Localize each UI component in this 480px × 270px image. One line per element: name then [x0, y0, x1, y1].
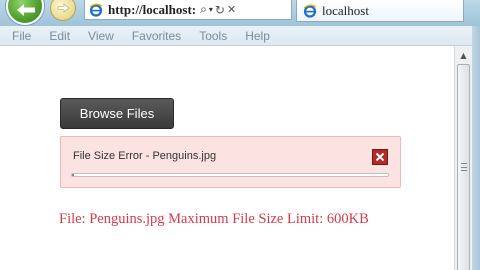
refresh-icon[interactable]: ↻ — [215, 3, 225, 17]
menu-help[interactable]: Help — [245, 29, 270, 43]
menu-edit[interactable]: Edit — [49, 29, 70, 43]
address-bar[interactable]: http://localhost: ⌕ ▾ ↻ ✕ — [84, 0, 292, 20]
menu-file[interactable]: File — [12, 29, 31, 43]
tab-ie-logo-icon — [303, 4, 317, 18]
chevron-down-icon[interactable]: ▾ — [209, 5, 213, 14]
menu-favorites[interactable]: Favorites — [132, 29, 181, 43]
menu-view[interactable]: View — [88, 29, 114, 43]
vertical-scrollbar[interactable]: ▲ — [454, 46, 472, 270]
stop-icon[interactable]: ✕ — [227, 3, 236, 16]
browser-toolbar: http://localhost: ⌕ ▾ ↻ ✕ localhost — [0, 0, 480, 26]
file-size-error-message: File: Penguins.jpg Maximum File Size Lim… — [59, 211, 369, 227]
back-arrow-icon — [17, 4, 35, 16]
upload-status-text: File Size Error - Penguins.jpg — [73, 150, 217, 162]
menu-tools[interactable]: Tools — [199, 29, 227, 43]
scroll-up-icon[interactable]: ▲ — [455, 48, 472, 62]
back-button[interactable] — [6, 0, 44, 25]
close-icon — [375, 152, 385, 162]
address-text[interactable]: http://localhost: — [108, 2, 196, 18]
tab-localhost[interactable]: localhost — [296, 0, 464, 22]
grip-icon — [461, 163, 467, 171]
upload-progress-bar — [71, 173, 389, 177]
forward-button[interactable] — [50, 0, 76, 21]
ie-logo-icon — [89, 3, 103, 17]
forward-arrow-icon — [57, 3, 70, 13]
browse-files-button[interactable]: Browse Files — [60, 98, 174, 129]
scroll-thumb[interactable] — [457, 64, 470, 270]
upload-item: File Size Error - Penguins.jpg — [60, 136, 401, 188]
search-icon[interactable]: ⌕ — [200, 2, 207, 17]
upload-progress-fill — [72, 174, 74, 176]
remove-file-button[interactable] — [372, 149, 388, 165]
tab-label: localhost — [322, 2, 369, 18]
menu-bar: File Edit View Favorites Tools Help — [0, 26, 480, 46]
window-frame — [472, 26, 480, 270]
